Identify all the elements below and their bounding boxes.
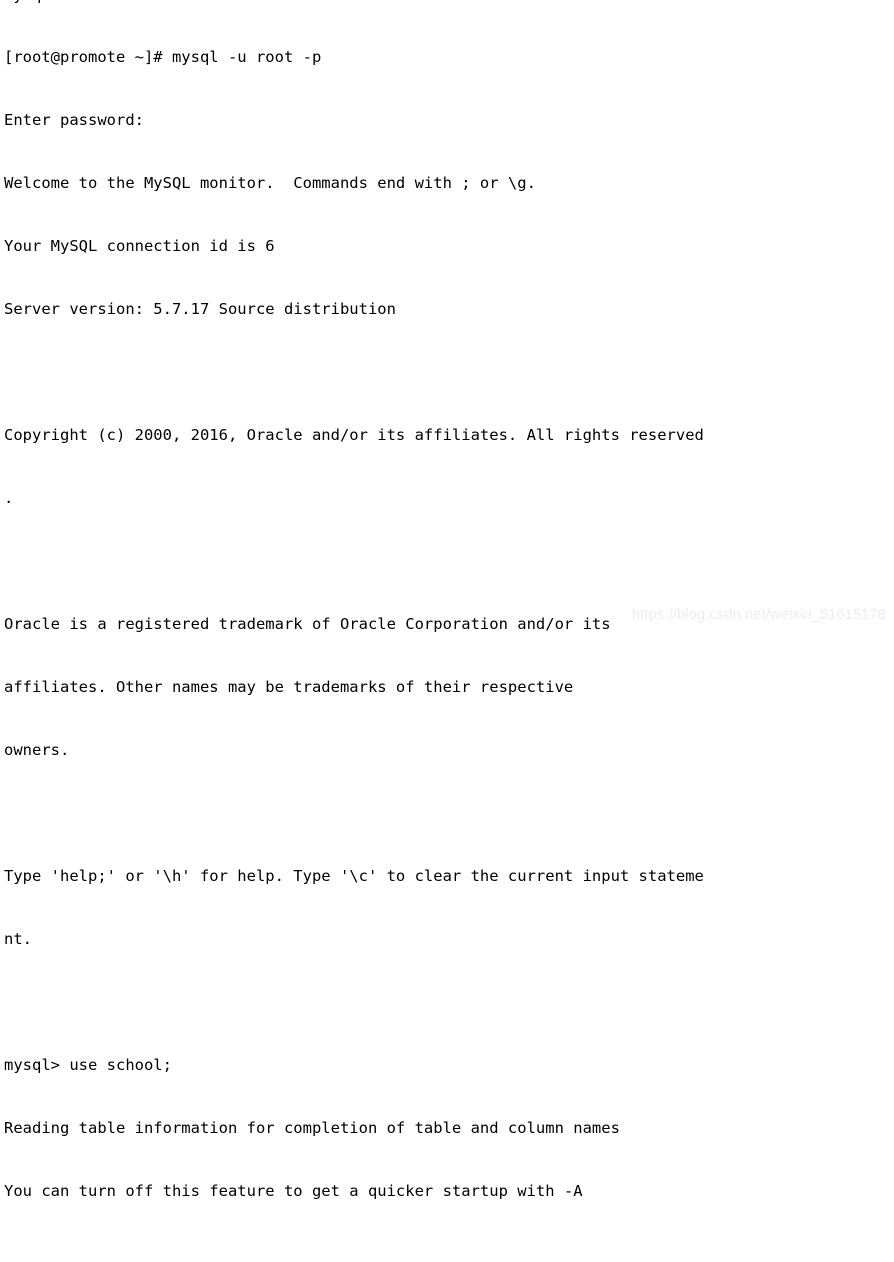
- terminal-line-server-version: Server version: 5.7.17 Source distributi…: [4, 300, 396, 318]
- terminal-line-trademark-3: owners.: [4, 741, 70, 759]
- terminal-line-reading-tables: Reading table information for completion…: [4, 1119, 620, 1137]
- terminal-line-password-prompt: Enter password:: [4, 111, 144, 129]
- terminal-line-copyright-wrap: .: [4, 489, 14, 507]
- terminal-line-shell-command: [root@promote ~]# mysql -u root -p: [4, 48, 322, 66]
- terminal-line-help-hint-wrap: nt.: [4, 930, 32, 948]
- watermark: https://blog.csdn.net/weixin_51615178: [631, 607, 886, 623]
- terminal-line-use-school: mysql> use school;: [4, 1056, 172, 1074]
- terminal-line-connection-id: Your MySQL connection id is 6: [4, 237, 275, 255]
- terminal-line-turn-off-hint: You can turn off this feature to get a q…: [4, 1182, 583, 1200]
- terminal-line-welcome: Welcome to the MySQL monitor. Commands e…: [4, 174, 536, 192]
- terminal-line-help-hint: Type 'help;' or '\h' for help. Type '\c'…: [4, 867, 704, 885]
- terminal-line-copyright: Copyright (c) 2000, 2016, Oracle and/or …: [4, 426, 704, 444]
- terminal-output: [root@promote ~]# mysql -u root -p Enter…: [4, 5, 704, 1262]
- terminal-line-trademark-2: affiliates. Other names may be trademark…: [4, 678, 574, 696]
- terminal-window[interactable]: mysql [root@promote ~]# mysql -u root -p…: [0, 0, 894, 1200]
- terminal-line-trademark-1: Oracle is a registered trademark of Orac…: [4, 615, 611, 633]
